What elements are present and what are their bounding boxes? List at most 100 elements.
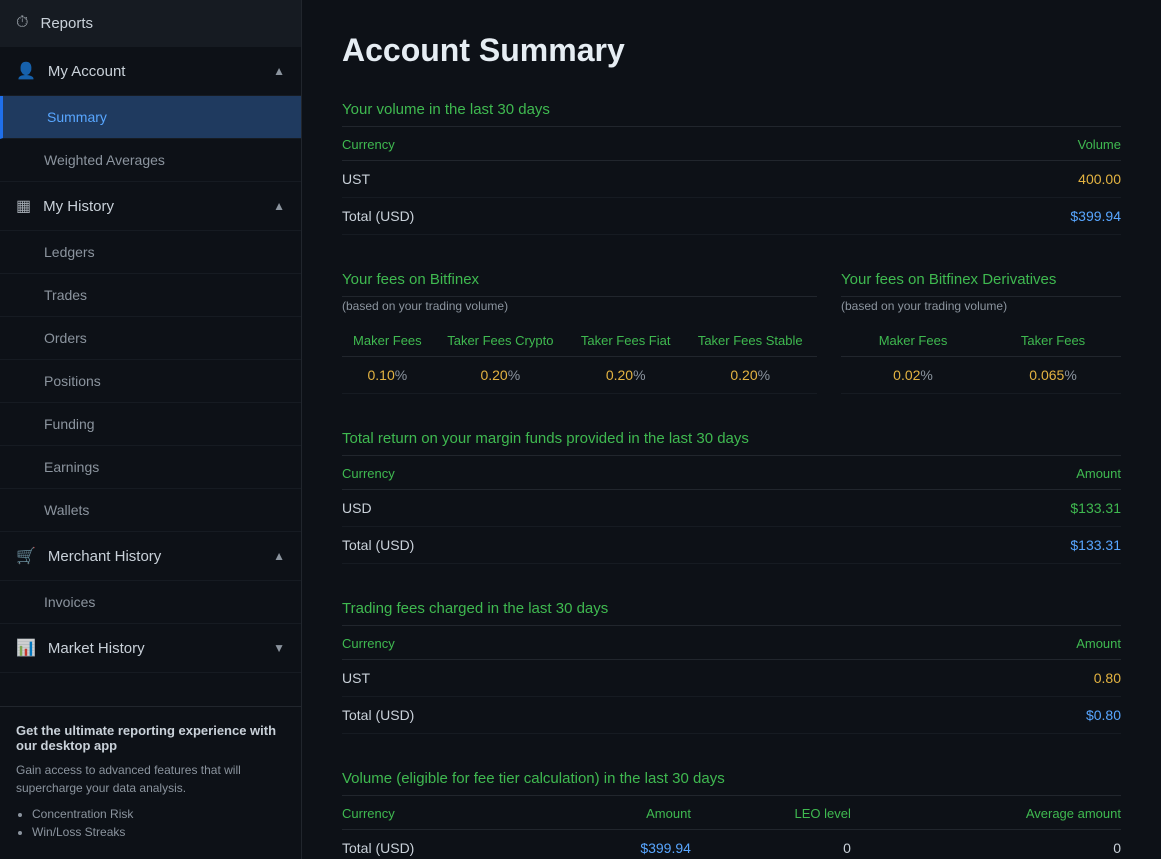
eligible-volume-table: Currency Amount LEO level Average amount… [342,798,1121,859]
promo-bullet-1: Concentration Risk [32,807,285,821]
trading-fees-col-amount: Amount [823,628,1121,660]
table-row: USD $133.31 [342,490,1121,527]
fees-bitfinex-subtitle: (based on your trading volume) [342,299,817,313]
fees-deriv-col-maker: Maker Fees [841,325,985,357]
fees-row: Your fees on Bitfinex (based on your tra… [342,271,1121,394]
fees-bitfinex-title: Your fees on Bitfinex [342,271,817,297]
fees-derivatives-subtitle: (based on your trading volume) [841,299,1121,313]
sidebar: ⏱ Reports 👤 My Account ▲ Summary Weighte… [0,0,302,859]
fees-bitfinex-col-maker: Maker Fees [342,325,433,357]
promo-title: Get the ultimate reporting experience wi… [16,723,285,753]
sidebar-subitem-trades[interactable]: Trades [0,274,301,317]
volume-table: Currency Volume UST 400.00 Total (USD) $… [342,129,1121,235]
sidebar-subitem-funding[interactable]: Funding [0,403,301,446]
fees-bitfinex-taker-fiat: 0.20% [568,357,684,394]
table-row: Total (USD) $0.80 [342,697,1121,734]
volume-row-value: $399.94 [800,198,1121,235]
trading-fees-row-amount: 0.80 [823,660,1121,697]
sidebar-subitem-earnings[interactable]: Earnings [0,446,301,489]
fees-bitfinex-taker-crypto: 0.20% [433,357,568,394]
margin-row-amount: $133.31 [800,527,1121,564]
fees-bitfinex-col-taker-stable: Taker Fees Stable [683,325,817,357]
margin-col-currency: Currency [342,458,800,490]
eligible-col-currency: Currency [342,798,547,830]
fees-deriv-taker: 0.065% [985,357,1121,394]
fees-bitfinex-col-taker-fiat: Taker Fees Fiat [568,325,684,357]
volume-section: Your volume in the last 30 days Currency… [342,101,1121,235]
fees-deriv-maker: 0.02% [841,357,985,394]
volume-section-title: Your volume in the last 30 days [342,101,1121,127]
fees-bitfinex-panel: Your fees on Bitfinex (based on your tra… [342,271,817,394]
sidebar-subitem-invoices[interactable]: Invoices [0,581,301,624]
fees-bitfinex-table: Maker Fees Taker Fees Crypto Taker Fees … [342,325,817,394]
sidebar-subitem-summary[interactable]: Summary [0,96,301,139]
trading-fees-section: Trading fees charged in the last 30 days… [342,600,1121,734]
trading-fees-col-currency: Currency [342,628,823,660]
trading-fees-row-currency: Total (USD) [342,697,823,734]
fees-bitfinex-col-taker-crypto: Taker Fees Crypto [433,325,568,357]
volume-row-value: 400.00 [800,161,1121,198]
promo-desc: Gain access to advanced features that wi… [16,761,285,797]
page-title: Account Summary [342,32,1121,69]
sidebar-subitem-orders[interactable]: Orders [0,317,301,360]
fees-deriv-row: 0.02% 0.065% [841,357,1121,394]
account-icon: 👤 [16,61,36,81]
fees-deriv-col-taker: Taker Fees [985,325,1121,357]
eligible-col-leo: LEO level [691,798,851,830]
margin-table: Currency Amount USD $133.31 Total (USD) … [342,458,1121,564]
sidebar-item-merchant-history[interactable]: 🛒 Merchant History ▲ [0,532,301,581]
margin-col-amount: Amount [800,458,1121,490]
main-content: Account Summary Your volume in the last … [302,0,1161,859]
eligible-row-currency: Total (USD) [342,830,547,859]
sidebar-subitem-positions[interactable]: Positions [0,360,301,403]
promo-bullet-2: Win/Loss Streaks [32,825,285,839]
chevron-up-icon-history: ▲ [273,199,285,213]
trading-fees-table: Currency Amount UST 0.80 Total (USD) $0.… [342,628,1121,734]
margin-row-currency: USD [342,490,800,527]
margin-row-currency: Total (USD) [342,527,800,564]
fees-bitfinex-row: 0.10% 0.20% 0.20% 0.20% [342,357,817,394]
table-row: UST 400.00 [342,161,1121,198]
eligible-row-amount: $399.94 [547,830,691,859]
sidebar-promo: Get the ultimate reporting experience wi… [0,706,301,859]
market-icon: 📊 [16,638,36,658]
eligible-volume-section: Volume (eligible for fee tier calculatio… [342,770,1121,859]
chevron-up-icon-merchant: ▲ [273,549,285,563]
sidebar-item-my-account[interactable]: 👤 My Account ▲ [0,47,301,96]
reports-icon: ⏱ [16,14,28,32]
eligible-col-amount: Amount [547,798,691,830]
sidebar-subitem-wallets[interactable]: Wallets [0,489,301,532]
margin-section: Total return on your margin funds provid… [342,430,1121,564]
sidebar-subitem-weighted-averages[interactable]: Weighted Averages [0,139,301,182]
eligible-row-avg: 0 [851,830,1121,859]
fees-derivatives-title: Your fees on Bitfinex Derivatives [841,271,1121,297]
margin-section-title: Total return on your margin funds provid… [342,430,1121,456]
sidebar-item-market-history[interactable]: 📊 Market History ▼ [0,624,301,673]
fees-derivatives-panel: Your fees on Bitfinex Derivatives (based… [841,271,1121,394]
fees-bitfinex-taker-stable: 0.20% [683,357,817,394]
sidebar-subitem-ledgers[interactable]: Ledgers [0,231,301,274]
merchant-icon: 🛒 [16,546,36,566]
table-row: Total (USD) $399.94 0 0 [342,830,1121,859]
eligible-col-avg: Average amount [851,798,1121,830]
table-row: Total (USD) $133.31 [342,527,1121,564]
fees-derivatives-table: Maker Fees Taker Fees 0.02% 0.065% [841,325,1121,394]
margin-row-amount: $133.31 [800,490,1121,527]
fees-bitfinex-maker: 0.10% [342,357,433,394]
sidebar-item-my-history[interactable]: ▦ My History ▲ [0,182,301,231]
chevron-up-icon: ▲ [273,64,285,78]
volume-col-currency: Currency [342,129,800,161]
sidebar-item-reports[interactable]: ⏱ Reports [0,0,301,47]
trading-fees-row-currency: UST [342,660,823,697]
table-row: Total (USD) $399.94 [342,198,1121,235]
trading-fees-row-amount: $0.80 [823,697,1121,734]
chevron-down-icon-market: ▼ [273,641,285,655]
history-icon: ▦ [16,196,31,216]
eligible-volume-title: Volume (eligible for fee tier calculatio… [342,770,1121,796]
volume-row-currency: UST [342,161,800,198]
trading-fees-title: Trading fees charged in the last 30 days [342,600,1121,626]
table-row: UST 0.80 [342,660,1121,697]
volume-row-currency: Total (USD) [342,198,800,235]
volume-col-volume: Volume [800,129,1121,161]
eligible-row-leo: 0 [691,830,851,859]
